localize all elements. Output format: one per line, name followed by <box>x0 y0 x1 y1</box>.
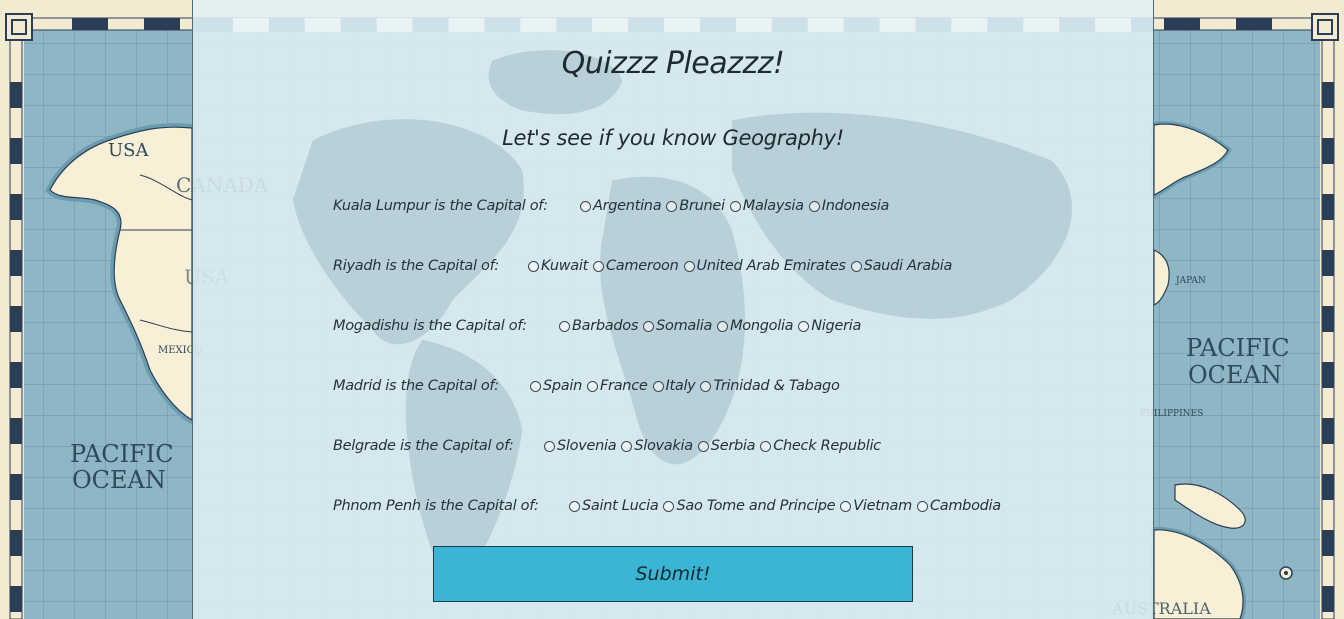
q6-option-cambodia[interactable]: Cambodia <box>916 498 1001 514</box>
q3-option-barbados[interactable]: Barbados <box>559 318 638 334</box>
radio-button[interactable] <box>530 380 541 392</box>
page-title: Quizzz Pleazzz! <box>561 46 785 81</box>
label-pacific-left-1: PACIFIC <box>70 440 174 468</box>
question-2-text: Riyadh is the Capital of: <box>333 258 499 274</box>
q1-option-indonesia[interactable]: Indonesia <box>808 198 890 214</box>
label-pacific-right-1: PACIFIC <box>1186 334 1290 362</box>
q5-option-slovenia[interactable]: Slovenia <box>544 438 617 454</box>
question-1: Kuala Lumpur is the Capital of: Argentin… <box>333 194 894 218</box>
page-subtitle: Let's see if you know Geography! <box>502 126 844 150</box>
label-pacific-left-2: OCEAN <box>72 466 166 494</box>
radio-button[interactable] <box>798 320 810 332</box>
label-pacific-right-2: OCEAN <box>1188 361 1282 389</box>
radio-button[interactable] <box>580 200 591 212</box>
question-4-text: Madrid is the Capital of: <box>333 378 499 394</box>
q5-option-serbia[interactable]: Serbia <box>697 438 756 454</box>
radio-button[interactable] <box>760 440 772 452</box>
radio-button[interactable] <box>587 380 599 392</box>
q2-option-saudi-arabia[interactable]: Saudi Arabia <box>850 258 953 274</box>
option-label: Brunei <box>679 198 725 214</box>
option-label: Cambodia <box>929 498 1001 514</box>
radio-button[interactable] <box>621 440 633 452</box>
q3-option-mongolia[interactable]: Mongolia <box>717 318 794 334</box>
q3-option-somalia[interactable]: Somalia <box>643 318 712 334</box>
q6-option-vietnam[interactable]: Vietnam <box>840 498 912 514</box>
question-5: Belgrade is the Capital of: Slovenia Slo… <box>333 434 886 458</box>
question-6: Phnom Penh is the Capital of: Saint Luci… <box>333 494 1006 518</box>
radio-button[interactable] <box>697 440 709 452</box>
radio-button[interactable] <box>729 200 741 212</box>
radio-button[interactable] <box>528 260 539 272</box>
option-label: Nigeria <box>811 318 862 334</box>
submit-button[interactable]: Submit! <box>433 546 913 602</box>
option-label: Argentina <box>593 198 662 214</box>
radio-button[interactable] <box>850 260 862 272</box>
option-label: Spain <box>543 378 583 394</box>
question-1-text: Kuala Lumpur is the Capital of: <box>333 198 548 214</box>
q3-option-nigeria[interactable]: Nigeria <box>798 318 861 334</box>
radio-button[interactable] <box>840 500 852 512</box>
question-4: Madrid is the Capital of: Spain France I… <box>333 374 845 398</box>
radio-button[interactable] <box>666 200 678 212</box>
question-3: Mogadishu is the Capital of: Barbados So… <box>333 314 866 338</box>
radio-button[interactable] <box>700 380 712 392</box>
option-label: Mongolia <box>730 318 794 334</box>
q1-option-malaysia[interactable]: Malaysia <box>729 198 804 214</box>
radio-button[interactable] <box>916 500 928 512</box>
radio-button[interactable] <box>683 260 695 272</box>
option-label: Serbia <box>710 438 756 454</box>
q1-option-argentina[interactable]: Argentina <box>580 198 662 214</box>
q5-option-check-republic[interactable]: Check Republic <box>760 438 881 454</box>
radio-button[interactable] <box>663 500 675 512</box>
option-label: Vietnam <box>853 498 912 514</box>
radio-button[interactable] <box>808 200 820 212</box>
radio-button[interactable] <box>717 320 729 332</box>
q2-option-cameroon[interactable]: Cameroon <box>592 258 679 274</box>
question-5-text: Belgrade is the Capital of: <box>333 438 514 454</box>
option-label: Cameroon <box>605 258 679 274</box>
radio-button[interactable] <box>569 500 580 512</box>
q2-option-uae[interactable]: United Arab Emirates <box>683 258 846 274</box>
q4-option-trinidad-tabago[interactable]: Trinidad & Tabago <box>700 378 840 394</box>
label-usa: USA <box>108 140 150 161</box>
option-label: Slovakia <box>634 438 693 454</box>
option-label: Trinidad & Tabago <box>713 378 840 394</box>
radio-button[interactable] <box>559 320 570 332</box>
q5-option-slovakia[interactable]: Slovakia <box>621 438 693 454</box>
question-3-text: Mogadishu is the Capital of: <box>333 318 527 334</box>
q4-option-italy[interactable]: Italy <box>652 378 696 394</box>
q1-option-brunei[interactable]: Brunei <box>666 198 725 214</box>
faded-map-overlay <box>292 50 1072 600</box>
top-dashed-stripe <box>193 18 1153 32</box>
option-label: Indonesia <box>821 198 890 214</box>
option-label: Sao Tome and Principe <box>676 498 836 514</box>
label-japan: JAPAN <box>1175 276 1206 286</box>
q6-option-sao-tome[interactable]: Sao Tome and Principe <box>663 498 836 514</box>
option-label: Kuwait <box>541 258 588 274</box>
radio-button[interactable] <box>592 260 604 272</box>
option-label: Check Republic <box>773 438 881 454</box>
q4-option-spain[interactable]: Spain <box>530 378 582 394</box>
option-label: Slovenia <box>557 438 617 454</box>
option-label: Somalia <box>656 318 713 334</box>
radio-button[interactable] <box>544 440 555 452</box>
radio-button[interactable] <box>652 380 664 392</box>
question-6-text: Phnom Penh is the Capital of: <box>333 498 539 514</box>
option-label: France <box>600 378 648 394</box>
option-label: United Arab Emirates <box>696 258 846 274</box>
question-2: Riyadh is the Capital of: Kuwait Cameroo… <box>333 254 957 278</box>
quiz-panel: Quizzz Pleazzz! Let's see if you know Ge… <box>192 0 1154 619</box>
q4-option-france[interactable]: France <box>587 378 648 394</box>
option-label: Saint Lucia <box>582 498 659 514</box>
option-label: Italy <box>665 378 696 394</box>
option-label: Malaysia <box>742 198 804 214</box>
option-label: Saudi Arabia <box>863 258 953 274</box>
q6-option-saint-lucia[interactable]: Saint Lucia <box>569 498 659 514</box>
q2-option-kuwait[interactable]: Kuwait <box>528 258 588 274</box>
option-label: Barbados <box>572 318 639 334</box>
radio-button[interactable] <box>643 320 655 332</box>
